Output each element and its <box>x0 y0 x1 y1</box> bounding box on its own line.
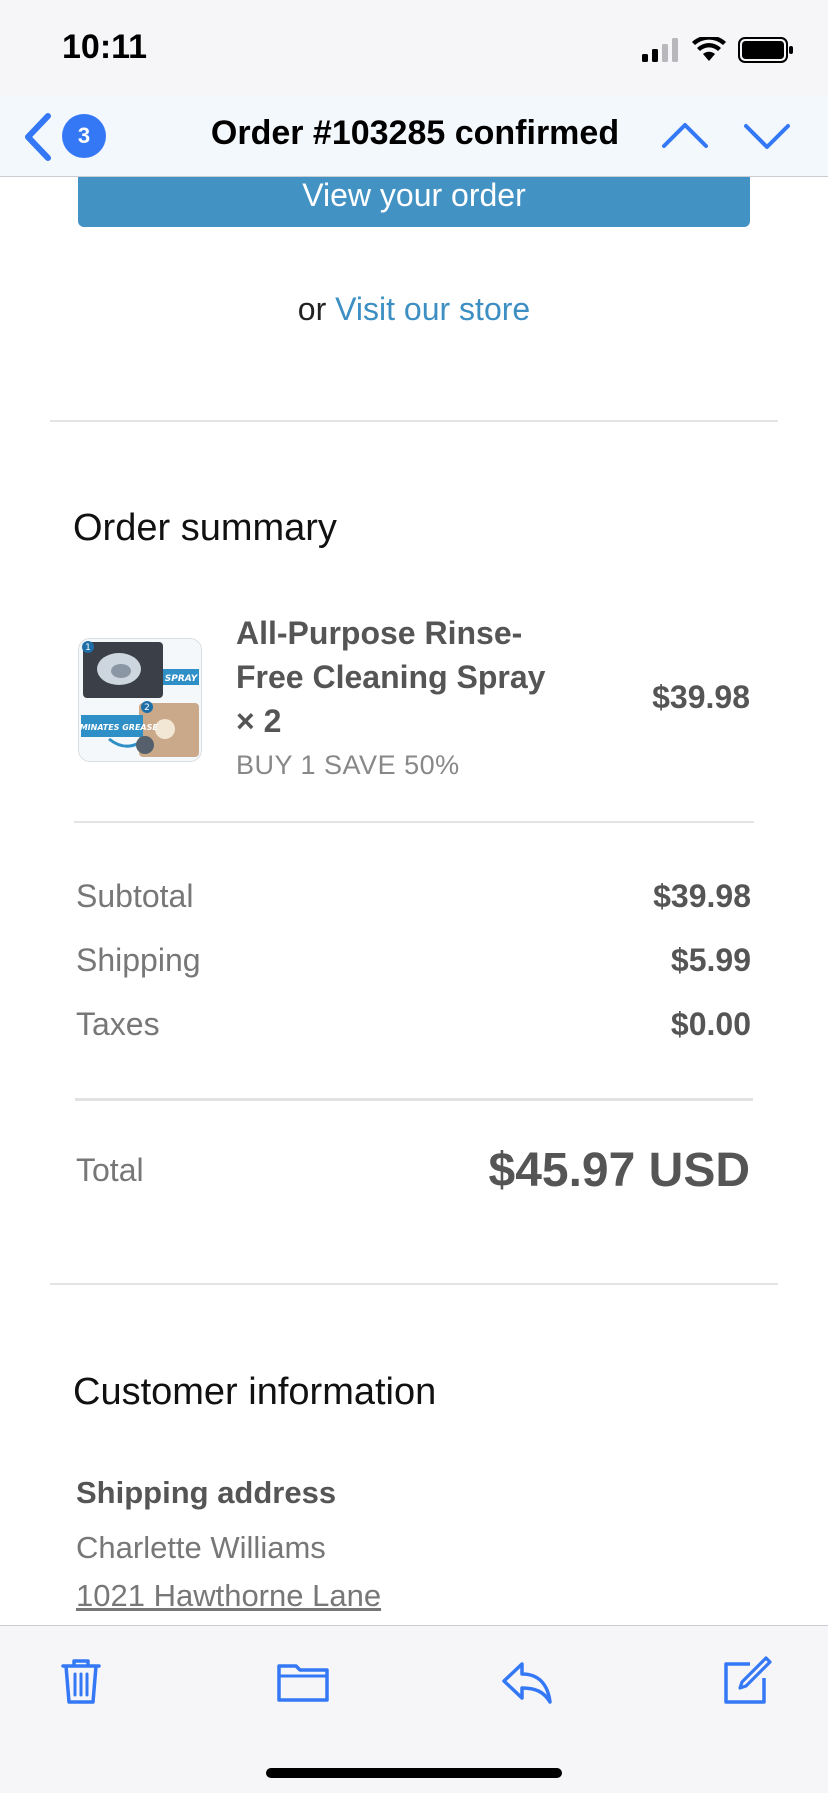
chevron-down-icon <box>744 124 790 149</box>
wifi-icon <box>692 37 726 61</box>
visit-store-link[interactable]: Visit our store <box>335 291 530 327</box>
product-image: 1 SPRAY 2 ELIMINATES GREASE <box>78 638 202 762</box>
cellular-signal-icon <box>642 38 678 62</box>
line-items-divider <box>74 821 754 823</box>
chevron-left-icon <box>25 113 51 161</box>
next-message-button[interactable] <box>742 114 792 158</box>
subtotal-value: $39.98 <box>653 878 751 914</box>
folder-icon <box>277 1664 329 1702</box>
battery-icon <box>738 37 793 63</box>
mail-nav-bar: 3 Order #103285 confirmed <box>0 96 828 177</box>
customer-information-title: Customer information <box>73 1371 437 1413</box>
status-time: 10:11 <box>62 28 148 66</box>
unread-count-badge: 3 <box>62 114 106 158</box>
product-price: $39.98 <box>652 679 750 715</box>
section-divider <box>50 420 778 422</box>
product-thumbnail-art: 1 SPRAY 2 ELIMINATES GREASE <box>79 639 201 761</box>
product-variant: BUY 1 SAVE 50% <box>236 750 460 780</box>
or-text: or <box>297 291 327 327</box>
status-icons <box>642 36 794 64</box>
email-body[interactable]: View your order or Visit our store Order… <box>0 177 828 1625</box>
email-subject-title: Order #103285 confirmed <box>210 114 620 152</box>
subtotal-label: Subtotal <box>76 878 194 914</box>
section-divider-2 <box>50 1283 778 1285</box>
reply-icon <box>502 1662 552 1704</box>
compose-button[interactable] <box>720 1654 774 1708</box>
thumb-step2: 2 <box>144 703 150 713</box>
compose-icon <box>724 1656 772 1704</box>
thumb-step1: 1 <box>85 643 91 653</box>
store-link-line: or Visit our store <box>0 291 828 328</box>
total-value: $45.97 USD <box>488 1144 751 1197</box>
home-indicator[interactable] <box>266 1768 562 1778</box>
product-name: All-Purpose Rinse-Free Cleaning Spray × … <box>236 615 546 739</box>
customer-name: Charlette Williams <box>76 1530 326 1565</box>
shipping-label: Shipping <box>76 942 201 978</box>
shipping-street-link[interactable]: 1021 Hawthorne Lane <box>76 1578 381 1614</box>
view-order-button[interactable]: View your order <box>78 177 750 227</box>
shipping-value: $5.99 <box>670 942 751 978</box>
reply-button[interactable] <box>500 1654 554 1708</box>
move-to-folder-button[interactable] <box>276 1654 330 1708</box>
trash-icon <box>61 1659 101 1704</box>
thumb-grease-label: ELIMINATES GREASE <box>79 723 158 732</box>
taxes-label: Taxes <box>76 1006 160 1042</box>
status-bar: 10:11 <box>0 0 828 96</box>
shipping-address-heading: Shipping address <box>76 1475 337 1510</box>
back-button[interactable]: 3 <box>22 110 112 162</box>
thumb-spray-label: SPRAY <box>165 674 199 684</box>
previous-message-button[interactable] <box>660 114 710 158</box>
totals-divider <box>75 1098 753 1101</box>
mail-toolbar <box>0 1625 828 1793</box>
chevron-up-icon <box>662 123 708 148</box>
trash-button[interactable] <box>54 1654 108 1708</box>
order-summary-title: Order summary <box>73 507 337 549</box>
taxes-value: $0.00 <box>670 1006 751 1042</box>
total-label: Total <box>76 1152 144 1188</box>
